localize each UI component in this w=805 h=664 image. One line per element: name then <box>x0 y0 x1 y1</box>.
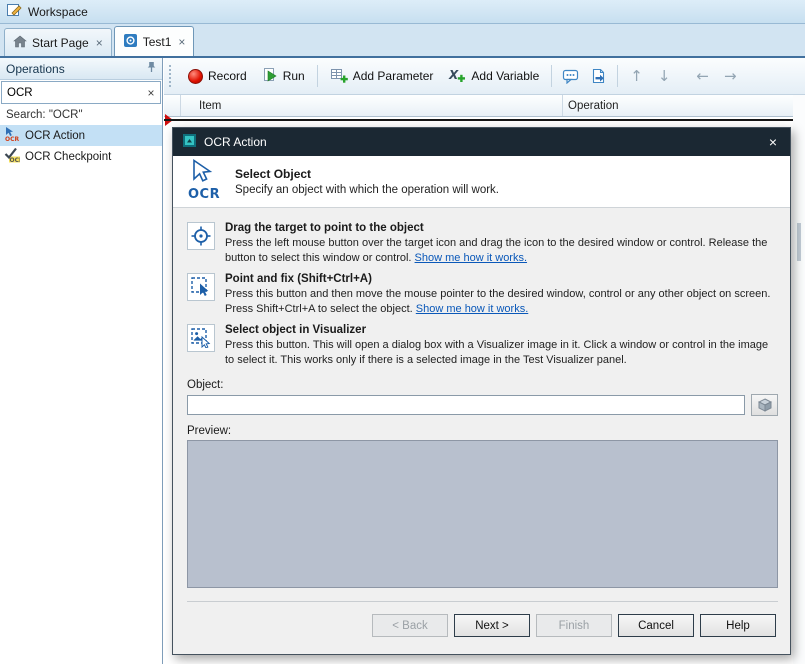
preview-area <box>187 440 778 588</box>
add-variable-button[interactable]: X Add Variable <box>442 64 545 89</box>
object-row <box>187 394 778 416</box>
home-icon <box>13 35 27 51</box>
toolbar-drag-handle[interactable] <box>169 65 174 87</box>
visualizer-icon[interactable] <box>187 324 215 352</box>
comment-icon[interactable] <box>558 65 584 87</box>
close-icon[interactable]: × <box>765 134 781 150</box>
tab-start-page[interactable]: Start Page × <box>4 28 112 56</box>
scrollbar-thumb[interactable] <box>797 223 801 261</box>
insert-position-line <box>164 119 805 121</box>
item-label: OCR Action <box>25 130 85 142</box>
panel-title: Operations <box>6 62 146 76</box>
wizard-page-title: Select Object <box>235 167 499 181</box>
window-title: Workspace <box>28 5 88 19</box>
close-icon[interactable]: × <box>178 35 185 49</box>
move-down-icon[interactable]: ↓ <box>652 66 677 86</box>
svg-text:OCR: OCR <box>10 157 21 163</box>
option-description: Press the left mouse button over the tar… <box>225 236 777 265</box>
show-me-how-link[interactable]: Show me how it works. <box>416 303 528 315</box>
preview-label: Preview: <box>187 425 780 437</box>
sidebar-item-ocr-checkpoint[interactable]: OCR OCR Checkpoint <box>0 146 162 167</box>
ocr-logo-icon: OCR <box>185 159 223 204</box>
sidebar-item-ocr-action[interactable]: OCR OCR Action <box>0 125 162 146</box>
option-title: Point and fix (Shift+Ctrl+A) <box>225 273 777 285</box>
ocr-action-dialog: OCR Action × OCR Select Object Specify a… <box>172 127 791 655</box>
test-icon <box>123 33 138 51</box>
row-indicator-column <box>164 95 181 116</box>
dialog-title: OCR Action <box>204 135 758 149</box>
outdent-icon[interactable]: ← <box>690 66 715 86</box>
add-variable-icon: X <box>448 67 466 86</box>
ocr-checkpoint-icon: OCR <box>4 147 20 166</box>
search-caption: Search: "OCR" <box>0 105 162 125</box>
dialog-titlebar[interactable]: OCR Action × <box>173 128 790 156</box>
cancel-button[interactable]: Cancel <box>618 614 694 637</box>
next-button[interactable]: Next > <box>454 614 530 637</box>
move-up-icon[interactable]: ↑ <box>624 66 649 86</box>
dialog-buttons: < Back Next > Finish Cancel Help <box>183 602 780 637</box>
cube-icon <box>758 398 772 412</box>
editor-toolbar: Record Run Add Parameter X Add Variable … <box>164 58 805 95</box>
ocr-action-icon: OCR <box>4 126 20 145</box>
run-icon <box>262 67 278 86</box>
svg-text:OCR: OCR <box>188 187 220 201</box>
record-button[interactable]: Record <box>182 66 253 87</box>
object-picker-button[interactable] <box>751 394 778 416</box>
column-header-item[interactable]: Item <box>181 95 563 116</box>
tab-bar: Start Page × Test1 × <box>0 24 805 58</box>
svg-text:OCR: OCR <box>5 136 20 142</box>
back-button[interactable]: < Back <box>372 614 448 637</box>
export-document-icon[interactable] <box>587 65 611 87</box>
option-description: Press this button. This will open a dial… <box>225 338 777 367</box>
run-button[interactable]: Run <box>256 64 311 89</box>
operations-panel-header: Operations <box>0 58 162 80</box>
option-title: Select object in Visualizer <box>225 324 777 336</box>
show-me-how-link[interactable]: Show me how it works. <box>415 252 527 264</box>
tab-test1[interactable]: Test1 × <box>114 26 195 56</box>
add-parameter-icon <box>330 67 348 86</box>
option-drag-target: Drag the target to point to the object P… <box>187 222 778 265</box>
dialog-body: Drag the target to point to the object P… <box>173 208 790 654</box>
close-icon[interactable]: × <box>96 36 103 50</box>
option-title: Drag the target to point to the object <box>225 222 777 234</box>
toolbar-separator <box>317 65 318 87</box>
dialog-intro: OCR Select Object Specify an object with… <box>173 156 790 208</box>
test-grid-header: Item Operation <box>164 95 793 117</box>
help-button[interactable]: Help <box>700 614 776 637</box>
option-description: Press this button and then move the mous… <box>225 287 777 316</box>
item-label: OCR Checkpoint <box>25 151 111 163</box>
search-input[interactable] <box>2 87 142 99</box>
operations-search: × <box>1 81 161 104</box>
option-point-and-fix: Point and fix (Shift+Ctrl+A) Press this … <box>187 273 778 316</box>
object-label: Object: <box>187 379 780 391</box>
pin-icon[interactable] <box>146 61 157 76</box>
option-select-in-visualizer: Select object in Visualizer Press this b… <box>187 324 778 367</box>
indent-icon[interactable]: → <box>718 66 743 86</box>
svg-text:X: X <box>448 68 459 82</box>
wizard-page-subtitle: Specify an object with which the operati… <box>235 184 499 196</box>
record-icon <box>188 69 203 84</box>
vertical-scrollbar[interactable] <box>793 95 805 664</box>
tab-label: Test1 <box>143 35 172 49</box>
target-icon[interactable] <box>187 222 215 250</box>
point-and-fix-icon[interactable] <box>187 273 215 301</box>
window-titlebar: Workspace <box>0 0 805 24</box>
object-input[interactable] <box>187 395 745 415</box>
dialog-icon <box>182 133 197 151</box>
finish-button[interactable]: Finish <box>536 614 612 637</box>
toolbar-separator <box>617 65 618 87</box>
column-header-operation[interactable]: Operation <box>563 95 793 116</box>
workspace-icon <box>6 2 22 21</box>
tab-label: Start Page <box>32 36 89 50</box>
add-parameter-button[interactable]: Add Parameter <box>324 64 440 89</box>
toolbar-separator <box>551 65 552 87</box>
operations-panel: Operations × Search: "OCR" OCR OCR Actio… <box>0 58 163 664</box>
clear-search-icon[interactable]: × <box>142 86 160 100</box>
